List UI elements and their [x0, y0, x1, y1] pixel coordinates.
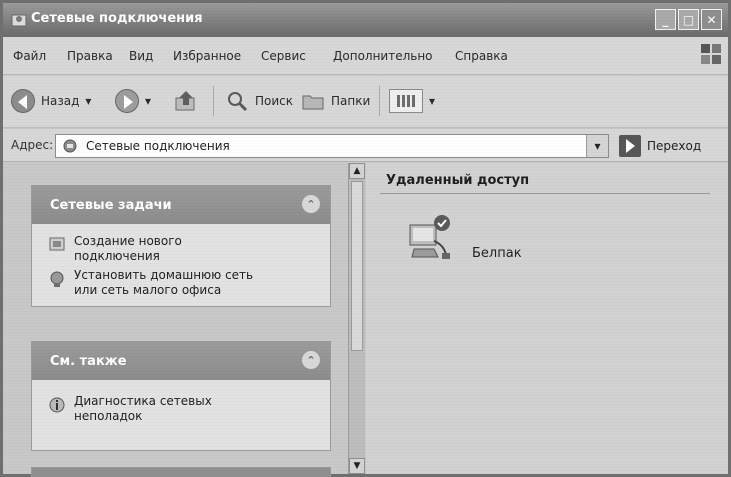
toolbar-separator	[379, 86, 380, 116]
menu-favorites[interactable]: Избранное	[173, 49, 241, 63]
views-button[interactable]: ▾	[389, 86, 435, 116]
task-network-diagnostics[interactable]: Диагностика сетевых неполадок	[74, 394, 212, 424]
chevron-down-icon: ▾	[594, 139, 601, 153]
scroll-up-button[interactable]: ▲	[349, 163, 365, 179]
search-icon	[228, 92, 248, 112]
connection-name[interactable]: Белпак	[472, 246, 522, 261]
menu-help[interactable]: Справка	[455, 49, 508, 63]
address-input[interactable]: Сетевые подключения ▾	[55, 134, 609, 158]
go-button[interactable]: Переход	[619, 134, 701, 158]
group-header: Удаленный доступ	[386, 173, 530, 188]
chevron-down-icon[interactable]: ▾	[85, 94, 91, 108]
search-button[interactable]: Поиск	[225, 86, 293, 116]
menu-advanced[interactable]: Дополнительно	[333, 49, 433, 63]
dialup-connection-icon[interactable]	[404, 211, 456, 263]
task-create-connection[interactable]: Создание нового подключения	[74, 234, 182, 264]
minimize-button[interactable]: _	[655, 9, 676, 30]
task-home-network[interactable]: Установить домашнюю сеть или сеть малого…	[74, 268, 253, 298]
see-also-panel: См. также ⌃ Диагностика сетевых неполадо…	[31, 341, 331, 451]
task-pane: Сетевые задачи ⌃ Создание нового подключ…	[3, 163, 348, 477]
window-title: Сетевые подключения	[31, 11, 203, 26]
forward-arrow-icon	[115, 89, 139, 113]
see-also-header[interactable]: См. также ⌃	[32, 342, 330, 380]
network-folder-icon	[11, 14, 27, 27]
network-connections-icon	[63, 139, 77, 153]
network-tasks-panel: Сетевые задачи ⌃ Создание нового подключ…	[31, 185, 331, 307]
windows-logo-icon	[701, 44, 721, 64]
up-folder-button[interactable]	[173, 86, 199, 116]
scroll-down-button[interactable]: ▼	[349, 458, 365, 474]
go-arrow-icon	[619, 135, 641, 157]
collapse-chevron-icon[interactable]: ⌃	[302, 351, 320, 369]
menu-edit[interactable]: Правка	[67, 49, 113, 63]
content-pane: Удаленный доступ Белпак	[366, 163, 728, 474]
explorer-window: Сетевые подключения _ □ ✕ Файл Правка Ви…	[0, 0, 731, 477]
address-dropdown-button[interactable]: ▾	[586, 135, 608, 157]
menu-bar: Файл Правка Вид Избранное Сервис Дополни…	[3, 37, 728, 75]
folder-icon	[302, 95, 324, 110]
scroll-thumb[interactable]	[351, 181, 363, 351]
forward-button[interactable]: ▾	[115, 86, 151, 116]
collapse-chevron-icon[interactable]: ⌃	[302, 195, 320, 213]
task-pane-scrollbar[interactable]: ▲ ▼	[348, 163, 365, 474]
window-controls: _ □ ✕	[655, 9, 722, 30]
address-label: Адрес:	[11, 138, 54, 152]
back-button[interactable]: Назад ▾	[11, 86, 91, 116]
network-tasks-title: Сетевые задачи	[50, 197, 172, 213]
menu-file[interactable]: Файл	[13, 49, 46, 63]
address-bar: Адрес: Сетевые подключения ▾ Переход	[3, 129, 728, 162]
close-button[interactable]: ✕	[701, 9, 722, 30]
home-network-icon	[50, 271, 64, 287]
toolbar-separator	[213, 86, 214, 116]
chevron-down-icon[interactable]: ▾	[145, 94, 151, 108]
title-bar[interactable]: Сетевые подключения _ □ ✕	[3, 3, 728, 37]
maximize-button[interactable]: □	[678, 9, 699, 30]
menu-view[interactable]: Вид	[129, 49, 153, 63]
folders-button[interactable]: Папки	[301, 86, 370, 116]
other-places-panel	[31, 467, 331, 477]
chevron-down-icon[interactable]: ▾	[429, 94, 435, 108]
see-also-title: См. также	[50, 353, 127, 369]
group-divider	[380, 193, 710, 194]
folders-label: Папки	[331, 94, 371, 108]
views-icon	[389, 89, 423, 113]
back-label: Назад	[41, 94, 80, 108]
network-tasks-header[interactable]: Сетевые задачи ⌃	[32, 186, 330, 224]
go-label: Переход	[647, 139, 702, 153]
address-value: Сетевые подключения	[86, 139, 230, 153]
up-folder-icon	[175, 91, 195, 111]
new-connection-icon	[49, 237, 65, 251]
menu-tools[interactable]: Сервис	[261, 49, 306, 63]
back-arrow-icon	[11, 89, 35, 113]
toolbar: Назад ▾ ▾ Поиск Папки ▾	[3, 76, 728, 128]
info-icon	[49, 397, 65, 413]
search-label: Поиск	[255, 94, 294, 108]
